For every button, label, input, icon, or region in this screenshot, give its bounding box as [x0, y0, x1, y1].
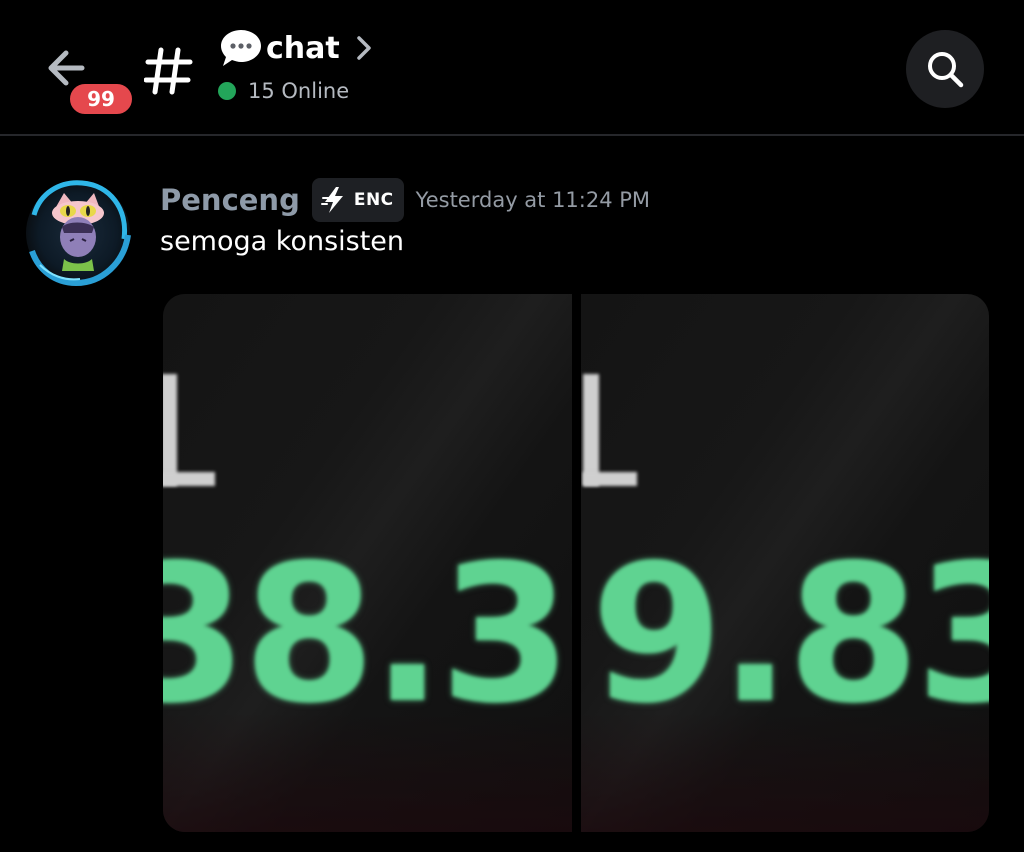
image-attachment-1[interactable]: 38.39: [163, 294, 572, 832]
avatar[interactable]: [20, 175, 136, 291]
username[interactable]: Penceng: [160, 183, 300, 217]
online-dot: [218, 82, 236, 100]
channel-name: chat: [266, 30, 340, 66]
channel-header: 99 chat 15 Online: [0, 0, 1024, 136]
search-button[interactable]: [906, 30, 984, 108]
guild-tag[interactable]: ENC: [311, 178, 404, 222]
image-attachment-2[interactable]: 9.83: [581, 294, 989, 832]
partial-letter: [163, 374, 221, 486]
partial-letter: [583, 374, 643, 486]
message-timestamp: Yesterday at 11:24 PM: [415, 188, 651, 212]
attachment-2-number: 9.83: [591, 524, 989, 745]
online-count: 15 Online: [248, 79, 350, 103]
online-status: 15 Online: [218, 76, 349, 106]
lightning-bolt-icon: [320, 187, 343, 213]
search-icon: [928, 52, 964, 88]
unread-badge: 99: [66, 80, 136, 118]
message-header: Penceng ENC Yesterday at 11:24 PM: [160, 176, 650, 224]
guild-tag-label: ENC: [353, 190, 394, 210]
chevron-right-icon: [356, 36, 371, 60]
message-content: semoga konsisten: [160, 226, 405, 257]
image-attachments: 38.39 9.83: [163, 294, 989, 832]
hash-icon: [144, 47, 193, 95]
attachment-1-number: 38.39: [163, 524, 572, 745]
channel-title-row: chat: [218, 24, 374, 72]
attachment-divider: [572, 294, 581, 832]
speech-bubble-icon: [221, 30, 261, 66]
